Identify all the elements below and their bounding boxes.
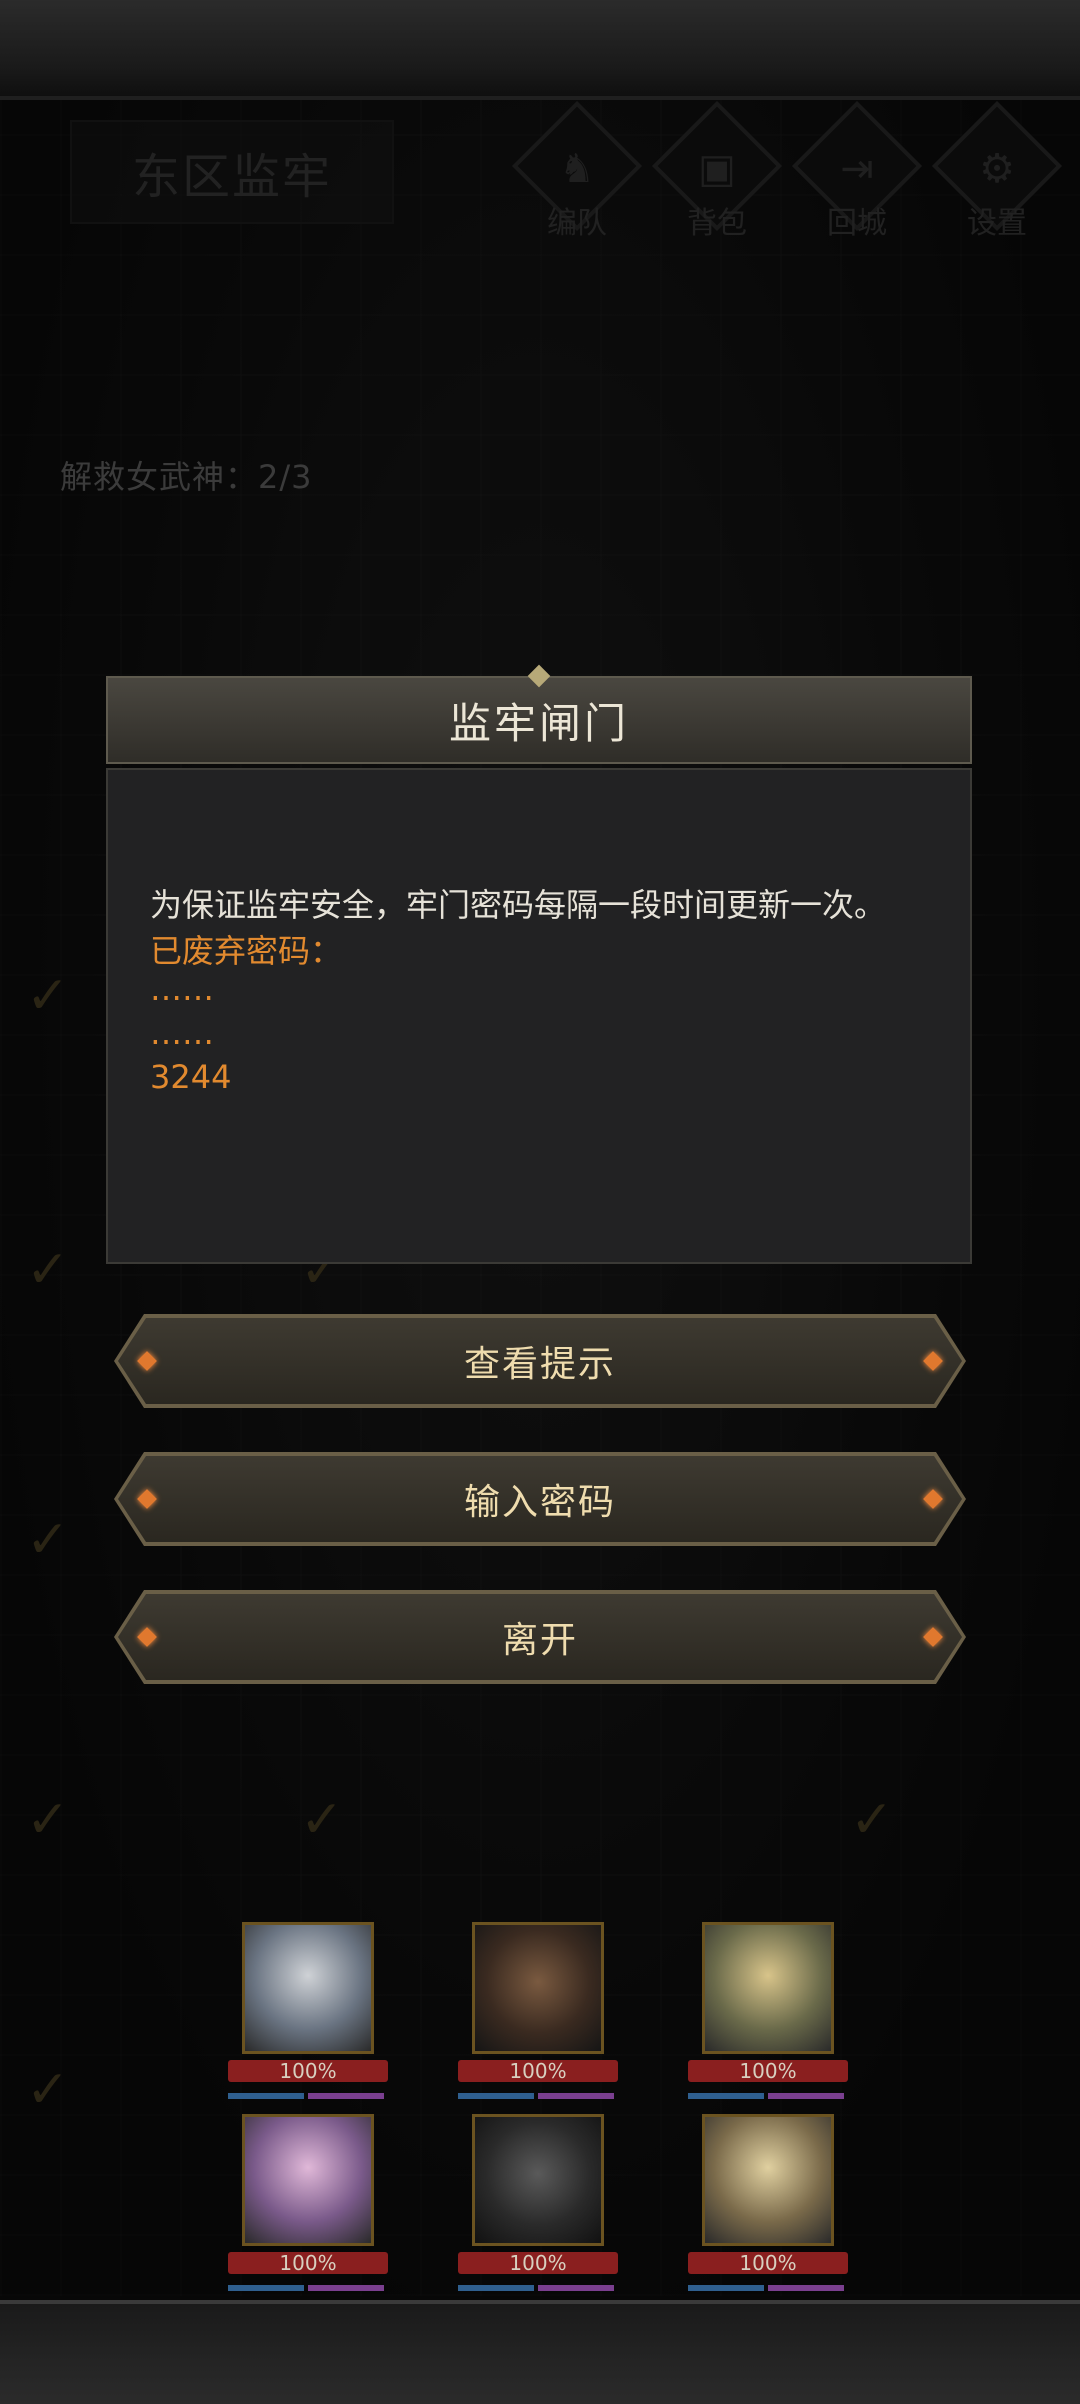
hero-bars	[688, 2084, 848, 2099]
hero-hp: 100%	[688, 2252, 848, 2274]
prison-gate-dialog: 监牢闸门 为保证监牢安全，牢门密码每隔一段时间更新一次。 已废弃密码： …… ……	[106, 664, 972, 1264]
top-frame	[0, 0, 1080, 100]
discarded-password-line: ……	[150, 1014, 214, 1052]
hero-portrait[interactable]	[472, 1922, 604, 2054]
bottom-frame	[0, 2300, 1080, 2404]
button-label: 输入密码	[463, 1482, 616, 1523]
dialog-body: 为保证监牢安全，牢门密码每隔一段时间更新一次。 已废弃密码： …… …… 324…	[106, 768, 972, 1264]
discarded-password-line: ……	[150, 970, 214, 1008]
hero-bars	[458, 2276, 618, 2291]
hero-portrait[interactable]	[472, 2114, 604, 2246]
hero-hp: 100%	[228, 2060, 388, 2082]
hero-portrait[interactable]	[702, 2114, 834, 2246]
button-label: 离开	[501, 1620, 578, 1661]
dialog-info-text: 为保证监牢安全，牢门密码每隔一段时间更新一次。	[150, 886, 887, 924]
hero-hp: 100%	[458, 2060, 618, 2082]
leave-button[interactable]: 离开	[114, 1590, 966, 1684]
dialog-title: 监牢闸门	[106, 676, 972, 764]
enter-password-button[interactable]: 输入密码	[114, 1452, 966, 1546]
hero-portrait[interactable]	[242, 2114, 374, 2246]
hero-portrait[interactable]	[242, 1922, 374, 2054]
hero-hp: 100%	[228, 2252, 388, 2274]
discarded-password-code: 3244	[150, 1058, 232, 1096]
hero-hp: 100%	[688, 2060, 848, 2082]
hero-bars	[458, 2084, 618, 2099]
hero-hp: 100%	[458, 2252, 618, 2274]
view-hint-button[interactable]: 查看提示	[114, 1314, 966, 1408]
discarded-password-header: 已废弃密码：	[150, 932, 343, 970]
hero-bars	[688, 2276, 848, 2291]
button-label: 查看提示	[463, 1344, 616, 1385]
hero-portrait[interactable]	[702, 1922, 834, 2054]
hero-bars	[228, 2276, 388, 2291]
hero-bars	[228, 2084, 388, 2099]
